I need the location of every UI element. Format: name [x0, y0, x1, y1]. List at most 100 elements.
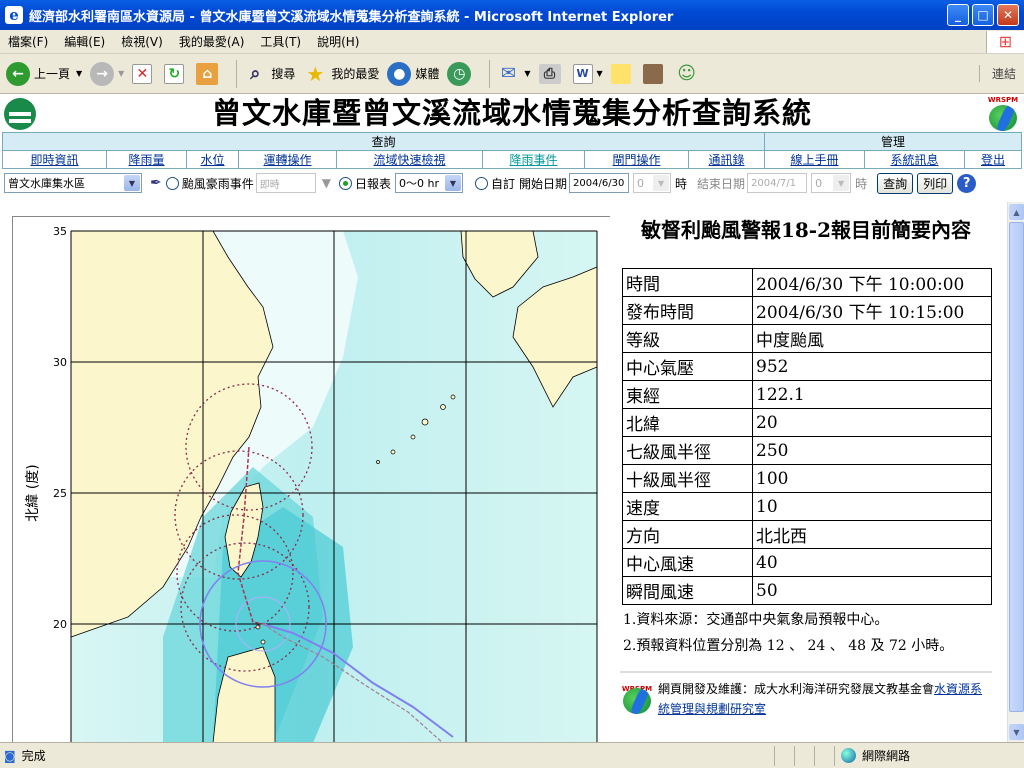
info-key: 中心氣壓	[622, 352, 753, 381]
page-footer: WRSPM 網頁開發及維護：成大水利海洋研究發展文教基金會水資源系統管理與規劃研…	[620, 671, 992, 719]
media-button[interactable]: ● 媒體	[387, 61, 439, 86]
typhoon-report-panel: 敏督利颱風警報18-2報目前簡要內容 時間 2004/6/30 下午 10:00:…	[620, 216, 992, 719]
nav-gate-operation[interactable]: 閘門操作	[612, 153, 660, 167]
nav-contacts[interactable]: 通訊錄	[708, 153, 744, 167]
typhoon-map-svg: 35 30 25 20 北緯 (度)	[25, 225, 598, 742]
vertical-scrollbar[interactable]: ▲ ▼	[1007, 202, 1024, 742]
query-button[interactable]: 查詢	[877, 172, 914, 194]
info-value: 20	[752, 408, 992, 437]
start-date-input[interactable]: 2004/6/30	[569, 173, 630, 193]
info-value: 10	[752, 492, 992, 521]
scroll-up-icon[interactable]: ▲	[1009, 204, 1024, 220]
toolbar: ← 上一頁 ▼ → ▼ ✕ ↻ ⌂ ⌕ 搜尋 ★ 我的最愛 ● 媒體 ◷ ✉ ▼ ⎙ …	[0, 54, 1024, 94]
wrspm-logo-text: WRSPM	[987, 96, 1019, 104]
stop-icon: ✕	[132, 63, 153, 84]
typhoon-radio[interactable]	[165, 176, 179, 190]
maximize-button[interactable]: □	[972, 4, 994, 26]
refresh-button[interactable]: ↻	[164, 63, 188, 84]
menu-file[interactable]: 檔案(F)	[0, 33, 56, 50]
history-button[interactable]: ◷	[447, 61, 475, 86]
scroll-thumb[interactable]	[1009, 222, 1024, 712]
info-key: 發布時間	[622, 296, 753, 325]
info-row: 發布時間 2004/6/30 下午 10:15:00	[622, 296, 992, 325]
info-key: 東經	[622, 380, 753, 409]
ie-icon: e	[5, 6, 23, 24]
close-button[interactable]: ✕	[997, 4, 1019, 26]
start-hour-unit: 時	[675, 176, 688, 191]
info-row: 北緯 20	[622, 408, 992, 437]
info-key: 十級風半徑	[622, 464, 753, 493]
web-page: 曾文水庫暨曾文溪流域水情蒐集分析查詢系統 WRSPM 查詢 管理 即時資訊 降雨…	[0, 94, 1024, 742]
nav-system-msg[interactable]: 系統訊息	[890, 153, 938, 167]
home-button[interactable]: ⌂	[196, 62, 222, 85]
refresh-icon: ↻	[164, 63, 185, 84]
typhoon-event-input[interactable]: 即時	[255, 173, 316, 193]
research-button[interactable]	[642, 63, 667, 84]
custom-label: 自訂	[491, 176, 516, 191]
lat-tick-35: 35	[53, 225, 67, 238]
scroll-down-icon[interactable]: ▼	[1009, 724, 1024, 740]
nav-realtime[interactable]: 即時資訊	[30, 153, 78, 167]
search-icon: ⌕	[250, 63, 261, 84]
nav-basin-view[interactable]: 流域快速檢視	[373, 153, 445, 167]
print-button[interactable]: ⎙	[538, 63, 565, 84]
menu-view[interactable]: 檢視(V)	[113, 33, 171, 50]
info-key: 等級	[622, 324, 753, 353]
custom-radio[interactable]	[475, 176, 488, 190]
nav-group-manage: 管理	[764, 132, 1022, 151]
discuss-button[interactable]	[610, 63, 635, 84]
info-key: 中心風速	[622, 548, 753, 577]
menu-favorites[interactable]: 我的最愛(A)	[171, 33, 253, 50]
help-icon[interactable]: ?	[957, 173, 977, 193]
info-value: 50	[752, 576, 992, 605]
messenger-button[interactable]: ☺	[675, 62, 703, 86]
chevron-down-icon: ▼	[445, 175, 461, 191]
stop-button[interactable]: ✕	[132, 63, 156, 84]
info-row: 中心風速 40	[622, 548, 992, 577]
daily-range-select[interactable]: 0～0 hr ▼	[395, 173, 463, 193]
favorites-button[interactable]: ★ 我的最愛	[303, 62, 379, 86]
info-value: 250	[752, 436, 992, 465]
forward-button[interactable]: → ▼	[90, 61, 124, 86]
nav-operation[interactable]: 運轉操作	[263, 153, 311, 167]
info-key: 方向	[622, 520, 753, 549]
end-hour-select[interactable]: 0 ▼	[811, 173, 852, 193]
chevron-down-icon: ▼	[124, 175, 140, 191]
edit-button[interactable]: W ▼	[572, 63, 603, 84]
window-title-bar: e 經濟部水利署南區水資源局 - 曾文水庫暨曾文溪流域水情蒐集分析查詢系統 - …	[0, 0, 1024, 30]
nav-rainfall[interactable]: 降雨量	[128, 153, 164, 167]
lat-tick-labels: 35 30 25 20	[53, 225, 67, 631]
search-button[interactable]: ⌕ 搜尋	[243, 62, 295, 86]
status-text: 完成	[21, 749, 46, 763]
nav-water-level[interactable]: 水位	[200, 153, 224, 167]
back-button[interactable]: ← 上一頁 ▼	[6, 61, 82, 86]
wrspm-logo-icon: WRSPM	[986, 96, 1020, 132]
start-date-label: 開始日期	[519, 176, 568, 191]
query-bar: 曾文水庫集水區 ▼ ✒ 颱風豪雨事件 即時 ▼ 日報表 0～0 hr ▼ 自訂 開始…	[0, 170, 1024, 196]
mail-button[interactable]: ✉ ▼	[496, 62, 531, 86]
start-hour-select[interactable]: 0 ▼	[633, 173, 672, 193]
status-cell	[814, 745, 834, 766]
page-done-icon: ◙	[4, 748, 16, 763]
links-bar[interactable]: 連結	[978, 65, 1016, 82]
nav-manual[interactable]: 線上手冊	[790, 153, 838, 167]
nav-rain-event[interactable]: 降雨事件	[509, 153, 557, 167]
research-icon	[642, 63, 663, 84]
menu-bar: 檔案(F) 編輯(E) 檢視(V) 我的最愛(A) 工具(T) 說明(H) ⊞	[0, 30, 1024, 54]
daily-report-radio[interactable]	[338, 176, 352, 190]
typhoon-map: 35 30 25 20 北緯 (度)	[12, 216, 610, 742]
windows-logo-icon: ⊞	[986, 30, 1024, 53]
end-date-input[interactable]: 2004/7/1	[747, 173, 808, 193]
print-page-button[interactable]: 列印	[917, 172, 954, 194]
typhoon-info-table: 時間 2004/6/30 下午 10:00:00 發布時間 2004/6/30 下午 …	[622, 268, 992, 605]
wrspm-globe-icon	[989, 105, 1017, 131]
menu-edit[interactable]: 編輯(E)	[56, 33, 113, 50]
nav-logout[interactable]: 登出	[981, 153, 1005, 167]
area-select[interactable]: 曾文水庫集水區 ▼	[4, 173, 142, 193]
end-hour-unit: 時	[855, 176, 868, 191]
menu-tools[interactable]: 工具(T)	[252, 33, 309, 50]
info-key: 瞬間風速	[622, 576, 753, 605]
menu-help[interactable]: 說明(H)	[309, 33, 367, 50]
minimize-button[interactable]: _	[947, 4, 969, 26]
info-row: 時間 2004/6/30 下午 10:00:00	[622, 268, 992, 297]
